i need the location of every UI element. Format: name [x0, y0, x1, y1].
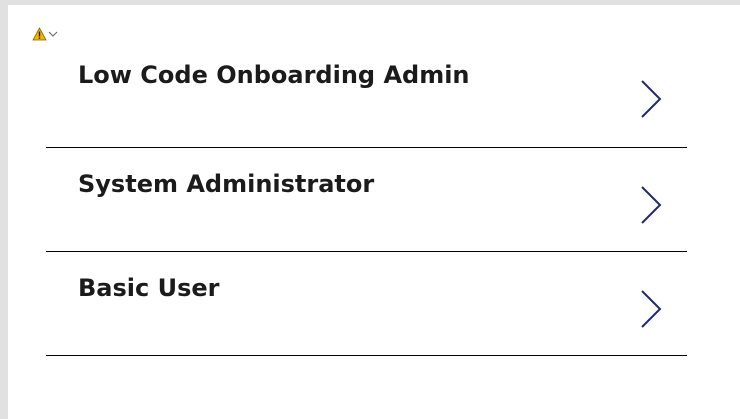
role-list: Low Code Onboarding Admin System Adminis…	[46, 43, 687, 356]
gallery-panel: Low Code Onboarding Admin System Adminis…	[8, 5, 740, 419]
role-item-label: Basic User	[78, 274, 220, 302]
chevron-right-icon[interactable]	[639, 79, 665, 123]
role-item-label: System Administrator	[78, 170, 375, 198]
warning-dropdown[interactable]	[32, 27, 58, 41]
chevron-right-icon[interactable]	[639, 185, 665, 229]
role-item-basic-user[interactable]: Basic User	[46, 252, 687, 356]
chevron-down-icon	[48, 30, 58, 38]
warning-icon	[32, 27, 47, 41]
role-item-label: Low Code Onboarding Admin	[78, 61, 470, 89]
role-item-system-administrator[interactable]: System Administrator	[46, 148, 687, 252]
chevron-right-icon[interactable]	[639, 289, 665, 333]
role-item-low-code-onboarding-admin[interactable]: Low Code Onboarding Admin	[46, 43, 687, 148]
